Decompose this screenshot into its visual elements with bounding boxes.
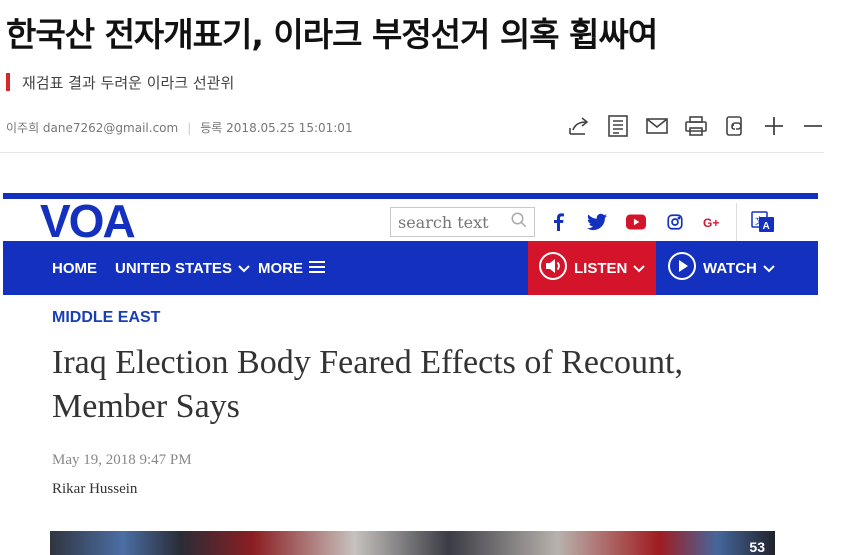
copy-icon[interactable]: [721, 112, 748, 139]
nav-united-states-label: UNITED STATES: [115, 259, 232, 277]
subtitle-text: 재검표 결과 두려운 이라크 선관위: [22, 73, 235, 92]
search-icon[interactable]: [510, 211, 528, 233]
voa-nav-bar: HOME UNITED STATES MORE LISTEN WATCH: [3, 241, 818, 295]
play-icon: [667, 251, 697, 285]
svg-text:A: A: [762, 221, 769, 232]
article-title: 한국산 전자개표기, 이라크 부정선거 의혹 휩싸여: [6, 15, 658, 54]
voa-logo-text: VOA: [40, 201, 134, 241]
zoom-in-icon[interactable]: [760, 112, 787, 139]
article-toolbar: [553, 112, 826, 139]
nav-more-label: MORE: [258, 259, 303, 277]
meta-separator: |: [187, 120, 192, 135]
nav-more[interactable]: MORE: [258, 241, 325, 295]
article-photo[interactable]: 53: [50, 531, 775, 555]
subtitle-accent-bar: [6, 73, 10, 91]
voa-headline: Iraq Election Body Feared Effects of Rec…: [52, 344, 683, 425]
voa-logo[interactable]: VOA: [40, 201, 160, 241]
print-icon[interactable]: [682, 112, 709, 139]
nav-home[interactable]: HOME: [52, 241, 97, 295]
reporter-byline: 이주희 dane7262@gmail.com: [6, 121, 179, 135]
chevron-down-icon: [238, 260, 250, 277]
facebook-icon[interactable]: [543, 207, 573, 237]
registered-date: 등록 2018.05.25 15:01:01: [200, 121, 353, 135]
voa-embedded-screenshot: VOA G+ 文A: [3, 193, 818, 555]
section-label[interactable]: MIDDLE EAST: [52, 309, 160, 327]
language-icon[interactable]: 文A: [736, 203, 788, 241]
share-icon[interactable]: [565, 112, 592, 139]
menu-icon: [309, 260, 325, 277]
nav-home-label: HOME: [52, 259, 97, 277]
nav-united-states[interactable]: UNITED STATES: [115, 241, 250, 295]
svg-text:G+: G+: [703, 216, 719, 229]
youtube-icon[interactable]: [621, 207, 651, 237]
voa-logo-mark: VOA: [40, 201, 136, 241]
twitter-icon[interactable]: [582, 207, 612, 237]
article-subtitle: 재검표 결과 두려운 이라크 선관위: [6, 70, 234, 94]
photo-badge: 53: [749, 539, 765, 555]
speaker-icon: [538, 251, 568, 285]
instagram-icon[interactable]: [660, 207, 690, 237]
listen-button[interactable]: LISTEN: [528, 241, 656, 295]
header-divider: [0, 152, 824, 153]
article-meta: 이주희 dane7262@gmail.com | 등록 2018.05.25 1…: [6, 119, 353, 136]
google-plus-icon[interactable]: G+: [699, 207, 729, 237]
voa-header: VOA G+ 文A: [3, 199, 818, 241]
voa-search-input[interactable]: [398, 212, 506, 232]
list-icon[interactable]: [604, 112, 631, 139]
watch-label: WATCH: [703, 259, 757, 277]
voa-social-links: G+: [543, 207, 738, 237]
voa-author[interactable]: Rikar Hussein: [52, 481, 137, 498]
chevron-down-icon: [763, 260, 775, 277]
mail-icon[interactable]: [643, 112, 670, 139]
voa-date: May 19, 2018 9:47 PM: [52, 452, 192, 468]
chevron-down-icon: [633, 260, 646, 277]
zoom-out-icon[interactable]: [799, 112, 826, 139]
voa-search-box[interactable]: [390, 207, 535, 237]
watch-button[interactable]: WATCH: [657, 241, 818, 295]
listen-label: LISTEN: [574, 259, 628, 277]
